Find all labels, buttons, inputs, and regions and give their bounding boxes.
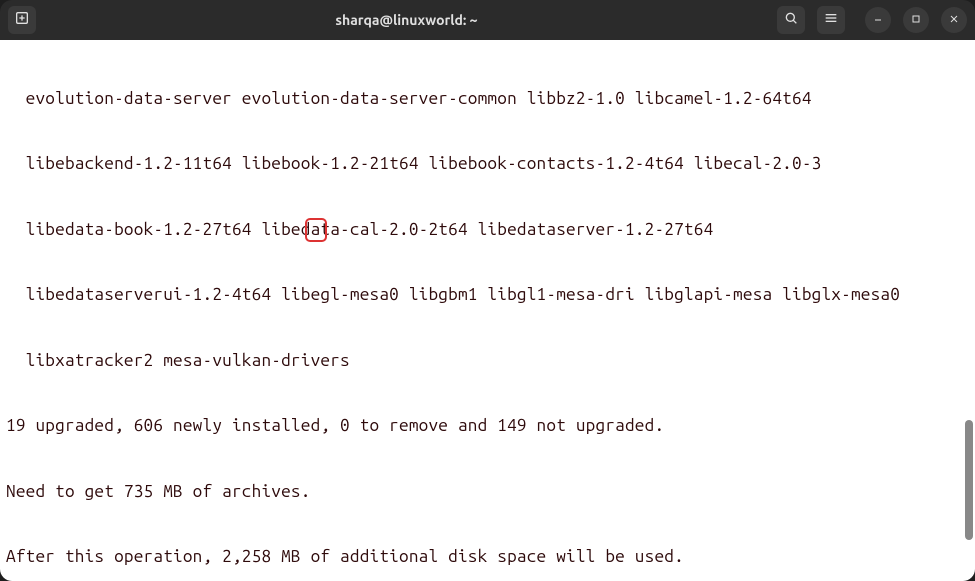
new-tab-icon [14, 10, 30, 30]
scrollbar-thumb[interactable] [965, 420, 973, 540]
terminal-line: libebackend-1.2-11t64 libebook-1.2-21t64… [6, 153, 969, 175]
terminal-line: 19 upgraded, 606 newly installed, 0 to r… [6, 415, 969, 437]
terminal-line: libxatracker2 mesa-vulkan-drivers [6, 350, 969, 372]
menu-button[interactable] [817, 6, 845, 34]
search-button[interactable] [777, 6, 805, 34]
new-tab-button[interactable] [8, 6, 36, 34]
terminal-line: libedataserverui-1.2-4t64 libegl-mesa0 l… [6, 284, 969, 306]
close-button[interactable] [941, 7, 967, 33]
minimize-icon [872, 11, 884, 29]
terminal-window: sharqa@linuxworld: ~ [0, 0, 975, 581]
terminal-line: libedata-book-1.2-27t64 libedata-cal-2.0… [6, 219, 969, 241]
terminal-line: After this operation, 2,258 MB of additi… [6, 546, 969, 568]
window-title: sharqa@linuxworld: ~ [36, 12, 777, 28]
terminal-line: Need to get 735 MB of archives. [6, 481, 969, 503]
titlebar: sharqa@linuxworld: ~ [0, 0, 975, 40]
minimize-button[interactable] [865, 7, 891, 33]
terminal-output[interactable]: evolution-data-server evolution-data-ser… [0, 40, 975, 581]
close-icon [948, 11, 960, 29]
maximize-button[interactable] [903, 7, 929, 33]
hamburger-icon [823, 10, 839, 30]
maximize-icon [910, 11, 922, 29]
terminal-line: evolution-data-server evolution-data-ser… [6, 88, 969, 110]
search-icon [783, 10, 799, 30]
